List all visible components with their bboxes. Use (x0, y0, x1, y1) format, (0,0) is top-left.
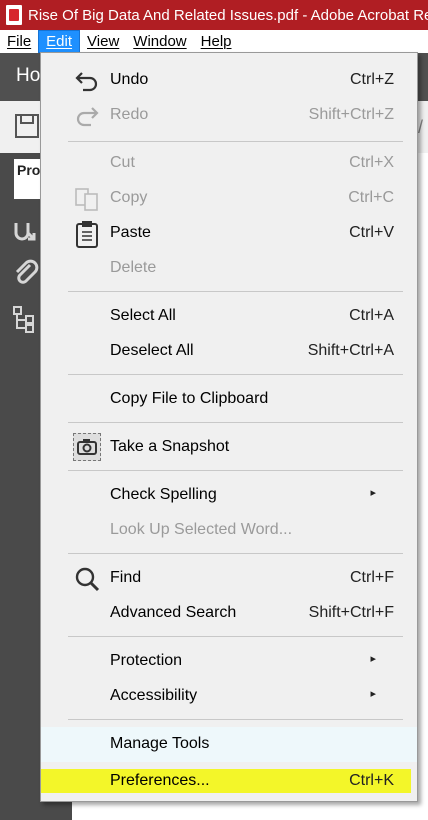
menu-item-label: Advanced Search (110, 604, 237, 621)
menu-item-redo[interactable]: Redo Shift+Ctrl+Z (41, 98, 417, 133)
menu-item-accessibility[interactable]: Accessibility ▸ (41, 679, 417, 714)
submenu-arrow-icon: ▸ (370, 653, 376, 665)
menu-separator (68, 422, 403, 423)
menu-item-delete[interactable]: Delete (41, 251, 417, 286)
menu-item-label: Manage Tools (110, 735, 210, 752)
menu-item-paste[interactable]: Paste Ctrl+V (41, 216, 417, 251)
menu-item-check-spelling[interactable]: Check Spelling ▸ (41, 478, 417, 513)
save-icon[interactable] (14, 113, 40, 139)
menu-item-label: Deselect All (110, 342, 194, 359)
menu-item-label: Accessibility (110, 687, 198, 704)
menu-item-undo[interactable]: Undo Ctrl+Z (41, 63, 417, 98)
menu-item-copy[interactable]: Copy Ctrl+C (41, 181, 417, 216)
menu-item-label: Copy File to Clipboard (110, 390, 269, 407)
menu-separator (68, 470, 403, 471)
menu-view[interactable]: View (80, 31, 126, 52)
menu-item-label: Cut (110, 154, 135, 171)
menu-item-select-all[interactable]: Select All Ctrl+A (41, 299, 417, 334)
menu-item-cut[interactable]: Cut Ctrl+X (41, 146, 417, 181)
menu-item-label: Delete (110, 259, 157, 276)
attachment-icon[interactable] (12, 259, 40, 287)
shortcut-label: Ctrl+A (349, 307, 394, 324)
menu-item-label: Check Spelling (110, 486, 217, 503)
menu-separator (68, 636, 403, 637)
menu-file[interactable]: File (0, 31, 38, 52)
menu-item-label: Copy (110, 189, 148, 206)
menu-item-preferences[interactable]: Preferences... Ctrl+K (41, 768, 417, 803)
submenu-arrow-icon: ▸ (370, 688, 376, 700)
menu-item-take-snapshot[interactable]: Take a Snapshot (41, 430, 417, 465)
pdf-file-icon (6, 5, 22, 25)
shortcut-label: Ctrl+Z (350, 71, 394, 88)
menu-separator (68, 141, 403, 142)
menu-item-find[interactable]: Find Ctrl+F (41, 561, 417, 596)
window-title: Rise Of Big Data And Related Issues.pdf … (28, 6, 428, 24)
menu-item-label: Redo (110, 106, 149, 123)
menu-item-copy-file-to-clipboard[interactable]: Copy File to Clipboard (41, 382, 417, 417)
menu-item-label: Paste (110, 224, 151, 241)
menu-item-label: Protection (110, 652, 183, 669)
menu-item-look-up-word[interactable]: Look Up Selected Word... (41, 513, 417, 548)
tree-structure-icon[interactable] (12, 305, 40, 333)
menu-help[interactable]: Help (194, 31, 239, 52)
menu-item-label: Take a Snapshot (110, 438, 230, 455)
signature-icon[interactable] (12, 217, 40, 245)
title-bar: Rise Of Big Data And Related Issues.pdf … (0, 0, 428, 30)
shortcut-label: Ctrl+V (349, 224, 394, 241)
menu-separator (68, 719, 403, 720)
menu-window[interactable]: Window (126, 31, 193, 52)
menu-item-label: Undo (110, 71, 149, 88)
edit-menu-dropdown: Undo Ctrl+Z Redo Shift+Ctrl+Z Cut Ctrl+X… (40, 52, 418, 802)
page-nav-separator: / (418, 117, 424, 137)
menu-item-label: Find (110, 569, 142, 586)
menu-separator (68, 291, 403, 292)
shortcut-label: Ctrl+C (348, 189, 394, 206)
menu-item-advanced-search[interactable]: Advanced Search Shift+Ctrl+F (41, 596, 417, 631)
redo-icon (76, 107, 99, 127)
menu-item-deselect-all[interactable]: Deselect All Shift+Ctrl+A (41, 334, 417, 369)
home-tab[interactable]: Ho (16, 65, 40, 87)
menu-edit[interactable]: Edit (38, 30, 81, 53)
search-icon (75, 567, 100, 592)
menu-bar: File Edit View Window Help (0, 30, 428, 54)
menu-item-protection[interactable]: Protection ▸ (41, 644, 417, 679)
menu-item-label: Select All (110, 307, 176, 324)
shortcut-label: Ctrl+X (349, 154, 394, 171)
shortcut-label: Ctrl+F (350, 569, 394, 586)
menu-item-label: Look Up Selected Word... (110, 521, 293, 538)
camera-icon (73, 433, 101, 461)
menu-separator (68, 553, 403, 554)
menu-item-label: Preferences... (110, 772, 210, 789)
menu-item-manage-tools[interactable]: Manage Tools (41, 727, 417, 762)
menu-separator (68, 374, 403, 375)
shortcut-label: Shift+Ctrl+Z (308, 106, 394, 123)
shortcut-label: Shift+Ctrl+A (307, 342, 394, 359)
clipboard-icon (76, 221, 98, 248)
submenu-arrow-icon: ▸ (370, 487, 376, 499)
copy-icon (75, 188, 98, 211)
shortcut-label: Shift+Ctrl+F (308, 604, 394, 621)
shortcut-label: Ctrl+K (349, 772, 394, 789)
undo-icon (75, 72, 98, 92)
